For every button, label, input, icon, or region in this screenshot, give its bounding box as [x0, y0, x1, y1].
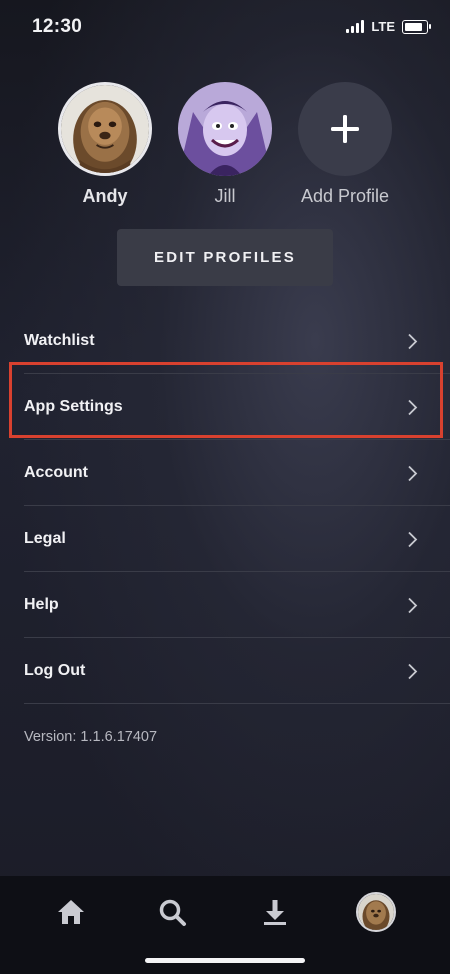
menu-item-app-settings[interactable]: App Settings — [0, 374, 450, 440]
add-profile-button[interactable] — [298, 82, 392, 176]
settings-menu: Watchlist App Settings Account Legal Hel… — [0, 308, 450, 704]
chevron-right-icon — [408, 465, 418, 481]
chewbacca-avatar-icon[interactable] — [58, 82, 152, 176]
edit-profiles-button[interactable]: EDIT PROFILES — [117, 229, 333, 286]
status-time: 12:30 — [32, 16, 83, 37]
add-profile[interactable]: Add Profile — [290, 82, 400, 207]
menu-item-label: Log Out — [24, 662, 86, 679]
tab-search[interactable] — [152, 892, 192, 932]
menu-item-help[interactable]: Help — [0, 572, 450, 638]
download-icon — [264, 900, 286, 925]
status-indicators: LTE — [346, 19, 431, 34]
profile-andy[interactable]: Andy — [50, 82, 160, 207]
chevron-right-icon — [408, 399, 418, 415]
profile-name-andy: Andy — [82, 186, 128, 206]
network-label: LTE — [371, 19, 395, 34]
menu-item-legal[interactable]: Legal — [0, 506, 450, 572]
signal-icon — [346, 20, 365, 33]
profile-list: Andy Jill Add Profile — [0, 82, 450, 212]
add-profile-label: Add Profile — [300, 186, 390, 206]
menu-item-label: Account — [24, 464, 88, 481]
menu-item-account[interactable]: Account — [0, 440, 450, 506]
menu-item-watchlist[interactable]: Watchlist — [0, 308, 450, 374]
home-icon — [58, 900, 84, 924]
profile-jill[interactable]: Jill — [170, 82, 280, 207]
tab-downloads[interactable] — [255, 892, 295, 932]
chevron-right-icon — [408, 531, 418, 547]
menu-item-label: Legal — [24, 530, 66, 547]
chevron-right-icon — [408, 663, 418, 679]
menu-item-label: Help — [24, 596, 59, 613]
home-indicator[interactable] — [145, 958, 305, 963]
menu-item-label: App Settings — [24, 398, 123, 415]
status-bar: 12:30 LTE — [0, 0, 450, 56]
yzma-avatar-icon[interactable] — [178, 82, 272, 176]
chevron-right-icon — [408, 333, 418, 349]
screen: 12:30 LTE Andy Jill Add Profile EDIT PRO… — [0, 0, 450, 974]
version-label: Version: 1.1.6.17407 — [24, 729, 158, 745]
profile-name-jill: Jill — [214, 186, 236, 206]
menu-item-label: Watchlist — [24, 332, 95, 349]
tab-home[interactable] — [51, 892, 91, 932]
search-icon — [159, 899, 186, 926]
plus-icon — [331, 115, 359, 143]
battery-icon — [402, 19, 431, 34]
menu-item-log-out[interactable]: Log Out — [0, 638, 450, 704]
tab-profile[interactable] — [356, 892, 396, 932]
profile-avatar-icon — [356, 892, 396, 932]
chevron-right-icon — [408, 597, 418, 613]
